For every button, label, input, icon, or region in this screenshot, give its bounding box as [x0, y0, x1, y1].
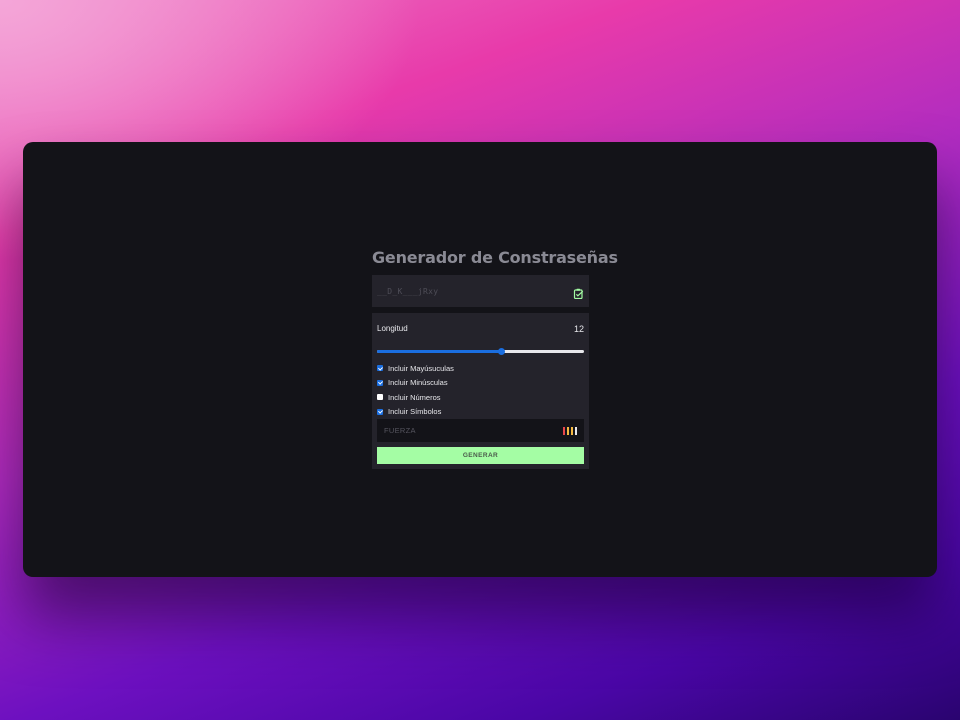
option-uppercase[interactable]: Incluir Mayúsuculas — [377, 361, 454, 376]
length-label: Longitud — [377, 324, 408, 333]
options-list: Incluir Mayúsuculas Incluir Minúsculas I… — [377, 361, 454, 419]
option-label: Incluir Números — [388, 392, 441, 402]
option-symbols[interactable]: Incluir Símbolos — [377, 405, 454, 420]
page-title: Generador de Constraseñas — [372, 248, 618, 267]
checkbox[interactable] — [377, 365, 383, 372]
strength-bar — [570, 426, 573, 435]
slider-thumb[interactable] — [498, 348, 506, 355]
checkbox[interactable] — [377, 394, 383, 401]
password-text: __D_K___jRxy — [377, 286, 439, 296]
length-value: 12 — [573, 324, 584, 334]
length-row: Longitud 12 — [377, 324, 584, 334]
option-label: Incluir Mayúsuculas — [388, 363, 454, 373]
strength-meter: FUERZA — [377, 419, 584, 442]
strength-bar — [566, 426, 569, 435]
settings-panel: Longitud 12 Incluir Mayúsuculas Incluir … — [372, 313, 589, 469]
option-label: Incluir Símbolos — [388, 407, 442, 417]
password-output: __D_K___jRxy — [372, 275, 589, 307]
generate-button[interactable]: GENERAR — [377, 447, 584, 464]
length-slider[interactable] — [377, 348, 584, 355]
copy-icon[interactable] — [573, 286, 584, 299]
strength-bar — [562, 426, 565, 435]
checkbox[interactable] — [377, 379, 383, 386]
option-lowercase[interactable]: Incluir Minúsculas — [377, 376, 454, 391]
strength-bar — [574, 426, 577, 435]
option-label: Incluir Minúsculas — [388, 378, 448, 388]
password-generator: Generador de Constraseñas __D_K___jRxy L… — [372, 248, 618, 469]
app-window: Generador de Constraseñas __D_K___jRxy L… — [23, 142, 937, 577]
checkbox[interactable] — [377, 408, 383, 415]
strength-bars — [562, 426, 577, 435]
slider-fill — [377, 350, 502, 353]
option-numbers[interactable]: Incluir Números — [377, 390, 454, 405]
strength-label: FUERZA — [384, 426, 416, 435]
